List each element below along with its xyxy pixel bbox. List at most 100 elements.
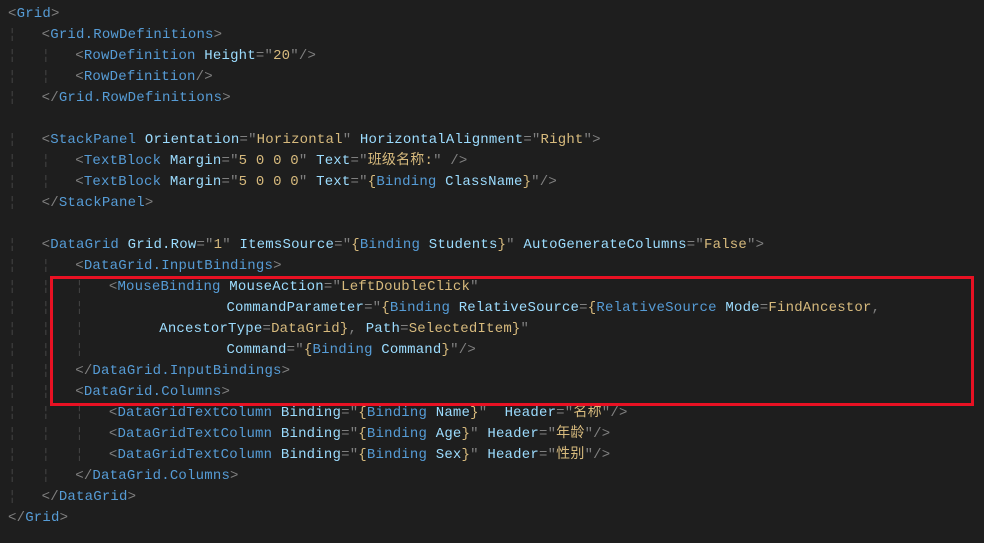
code-token: Command [226, 342, 286, 358]
code-line-14[interactable]: ¦ ¦ ¦ <MouseBinding MouseAction="LeftDou… [8, 277, 984, 298]
code-token: =" [239, 132, 256, 148]
code-line-21[interactable]: ¦ ¦ ¦ <DataGridTextColumn Binding="{Bind… [8, 424, 984, 445]
code-token: TextBlock [84, 153, 161, 169]
code-token: DataGrid.Columns [84, 384, 222, 400]
indent-guide: ¦ ¦ [8, 361, 75, 382]
code-token: < [75, 69, 84, 85]
code-token: </ [42, 90, 59, 106]
code-token: =" [687, 237, 704, 253]
code-token: > [214, 27, 223, 43]
code-token: Right [541, 132, 584, 148]
code-token: Binding [360, 237, 420, 253]
code-line-2[interactable]: ¦ <Grid.RowDefinitions> [8, 25, 984, 46]
indent-guide: ¦ [8, 130, 42, 151]
code-token: "/> [531, 174, 557, 190]
code-token: =" [196, 237, 213, 253]
code-token: =" [351, 153, 368, 169]
code-token [427, 426, 436, 442]
code-line-24[interactable]: ¦ </DataGrid> [8, 487, 984, 508]
code-token: AncestorType [159, 321, 262, 337]
code-token: Path [366, 321, 400, 337]
code-token: > [273, 258, 282, 274]
code-token [272, 405, 281, 421]
code-line-11[interactable] [8, 214, 984, 235]
code-token [450, 300, 459, 316]
code-token: ItemsSource [239, 237, 334, 253]
code-line-3[interactable]: ¦ ¦ <RowDefinition Height="20"/> [8, 46, 984, 67]
code-line-17[interactable]: ¦ ¦ ¦ Command="{Binding Command}"/> [8, 340, 984, 361]
code-token: =" [334, 237, 351, 253]
code-token: Height [204, 48, 256, 64]
code-token: Binding [367, 426, 427, 442]
code-token: AutoGenerateColumns [523, 237, 686, 253]
code-token: RelativeSource [596, 300, 716, 316]
code-token [420, 237, 429, 253]
code-token: /> [196, 69, 213, 85]
code-line-13[interactable]: ¦ ¦ <DataGrid.InputBindings> [8, 256, 984, 277]
code-line-22[interactable]: ¦ ¦ ¦ <DataGridTextColumn Binding="{Bind… [8, 445, 984, 466]
code-line-4[interactable]: ¦ ¦ <RowDefinition/> [8, 67, 984, 88]
code-line-1[interactable]: <Grid> [8, 4, 984, 25]
code-token: , [348, 321, 365, 337]
code-token: =" [256, 48, 273, 64]
code-line-18[interactable]: ¦ ¦ </DataGrid.InputBindings> [8, 361, 984, 382]
code-token: SelectedItem} [409, 321, 521, 337]
code-token: < [8, 6, 17, 22]
code-line-7[interactable]: ¦ <StackPanel Orientation="Horizontal" H… [8, 130, 984, 151]
code-token: "/> [450, 342, 476, 358]
code-token: =" [523, 132, 540, 148]
indent-guide: ¦ ¦ [8, 46, 75, 67]
code-token: " [470, 279, 479, 295]
code-token: " [343, 132, 360, 148]
code-token: =" [539, 426, 556, 442]
code-token: < [75, 48, 84, 64]
code-editor[interactable]: <Grid>¦ <Grid.RowDefinitions>¦ ¦ <RowDef… [0, 0, 984, 529]
code-token: 1 [214, 237, 223, 253]
code-line-6[interactable] [8, 109, 984, 130]
code-token: < [75, 384, 84, 400]
code-token: Binding [281, 426, 341, 442]
code-token: } [470, 405, 479, 421]
code-line-20[interactable]: ¦ ¦ ¦ <DataGridTextColumn Binding="{Bind… [8, 403, 984, 424]
code-line-10[interactable]: ¦ </StackPanel> [8, 193, 984, 214]
indent-guide: ¦ ¦ [8, 466, 75, 487]
code-token: > [145, 195, 154, 211]
code-token: =" [364, 300, 381, 316]
code-token: " [521, 321, 530, 337]
code-token: DataGridTextColumn [117, 447, 272, 463]
code-line-8[interactable]: ¦ ¦ <TextBlock Margin="5 0 0 0" Text="班级… [8, 151, 984, 172]
code-token: DataGrid.InputBindings [92, 363, 281, 379]
code-token: =" [341, 405, 358, 421]
indent-guide: ¦ ¦ ¦ [8, 445, 109, 466]
code-token: " /> [433, 153, 467, 169]
code-token [437, 174, 446, 190]
code-token: > [222, 90, 231, 106]
code-line-12[interactable]: ¦ <DataGrid Grid.Row="1" ItemsSource="{B… [8, 235, 984, 256]
code-token: = [579, 300, 588, 316]
code-token: " [479, 405, 505, 421]
code-line-5[interactable]: ¦ </Grid.RowDefinitions> [8, 88, 984, 109]
indent-guide: ¦ ¦ ¦ [8, 403, 109, 424]
code-token: Binding [281, 447, 341, 463]
code-token: } [462, 426, 471, 442]
code-token: < [42, 132, 51, 148]
code-token: CommandParameter [226, 300, 364, 316]
code-token: > [230, 468, 239, 484]
code-line-9[interactable]: ¦ ¦ <TextBlock Margin="5 0 0 0" Text="{B… [8, 172, 984, 193]
code-token: Binding [376, 174, 436, 190]
code-token: Grid.Row [128, 237, 197, 253]
code-line-15[interactable]: ¦ ¦ ¦ CommandParameter="{Binding Relativ… [8, 298, 984, 319]
code-token: Header [505, 405, 557, 421]
code-token: HorizontalAlignment [360, 132, 523, 148]
code-token: RowDefinition [84, 48, 196, 64]
code-token: Mode [725, 300, 759, 316]
code-token: "/> [585, 426, 611, 442]
code-line-23[interactable]: ¦ ¦ </DataGrid.Columns> [8, 466, 984, 487]
code-token [272, 426, 281, 442]
code-line-16[interactable]: ¦ ¦ ¦ AncestorType=DataGrid}, Path=Selec… [8, 319, 984, 340]
indent-guide: ¦ ¦ [8, 382, 75, 403]
code-line-19[interactable]: ¦ ¦ <DataGrid.Columns> [8, 382, 984, 403]
code-line-25[interactable]: </Grid> [8, 508, 984, 529]
code-token: Grid.RowDefinitions [50, 27, 213, 43]
code-token: 名称 [573, 405, 601, 421]
